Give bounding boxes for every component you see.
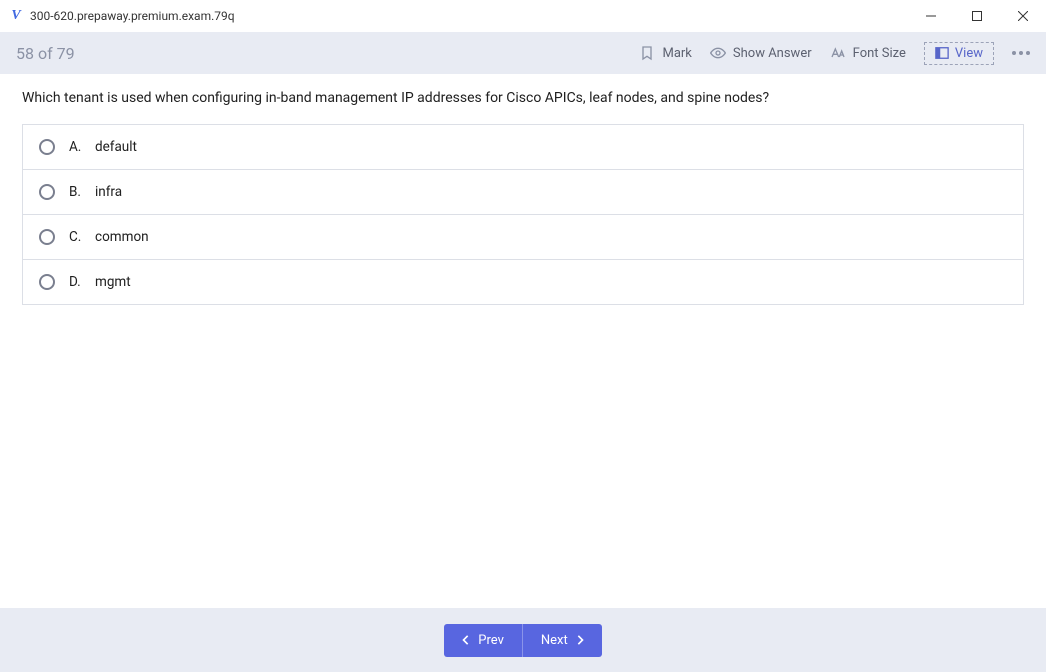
more-button[interactable]	[1012, 51, 1030, 55]
prev-button[interactable]: Prev	[444, 624, 523, 657]
radio-icon	[39, 139, 55, 155]
toolbar-actions: Mark Show Answer Font Size View	[639, 42, 1030, 65]
mark-label: Mark	[662, 46, 691, 61]
minimize-icon	[926, 11, 936, 21]
question-text: Which tenant is used when configuring in…	[22, 90, 1024, 106]
answer-text: infra	[95, 184, 122, 200]
answer-letter: C.	[69, 229, 85, 245]
font-size-icon	[830, 45, 846, 61]
answer-option-d[interactable]: D. mgmt	[23, 260, 1023, 304]
answer-text: common	[95, 229, 149, 245]
chevron-left-icon	[462, 635, 470, 645]
nav-buttons: Prev Next	[444, 624, 601, 657]
answer-text: mgmt	[95, 274, 131, 290]
radio-icon	[39, 274, 55, 290]
answer-letter: A.	[69, 139, 85, 155]
radio-icon	[39, 229, 55, 245]
next-label: Next	[541, 633, 568, 648]
chevron-right-icon	[576, 635, 584, 645]
answer-text: default	[95, 139, 137, 155]
mark-button[interactable]: Mark	[639, 45, 691, 61]
answer-letter: D.	[69, 274, 85, 290]
show-answer-button[interactable]: Show Answer	[710, 45, 812, 61]
close-button[interactable]	[1000, 0, 1046, 32]
prev-label: Prev	[478, 633, 504, 648]
next-button[interactable]: Next	[523, 624, 602, 657]
answers-list: A. default B. infra C. common D. mgmt	[22, 124, 1024, 305]
toolbar: 58 of 79 Mark Show Answer Font Size View	[0, 32, 1046, 74]
radio-icon	[39, 184, 55, 200]
show-answer-label: Show Answer	[733, 46, 812, 61]
footer: Prev Next	[0, 608, 1046, 672]
app-icon: V	[8, 8, 24, 24]
answer-letter: B.	[69, 184, 85, 200]
dot-icon	[1019, 51, 1023, 55]
window-controls	[908, 0, 1046, 32]
font-size-label: Font Size	[853, 46, 906, 61]
eye-icon	[710, 45, 726, 61]
close-icon	[1018, 11, 1028, 21]
view-label: View	[955, 46, 983, 61]
answer-option-a[interactable]: A. default	[23, 125, 1023, 170]
view-icon	[935, 46, 949, 60]
answer-option-c[interactable]: C. common	[23, 215, 1023, 260]
view-button[interactable]: View	[924, 42, 994, 65]
maximize-button[interactable]	[954, 0, 1000, 32]
minimize-button[interactable]	[908, 0, 954, 32]
window-title: 300-620.prepaway.premium.exam.79q	[30, 9, 908, 23]
font-size-button[interactable]: Font Size	[830, 45, 906, 61]
dot-icon	[1026, 51, 1030, 55]
progress-indicator: 58 of 79	[16, 44, 639, 63]
bookmark-icon	[639, 45, 655, 61]
dot-icon	[1012, 51, 1016, 55]
answer-option-b[interactable]: B. infra	[23, 170, 1023, 215]
maximize-icon	[972, 11, 982, 21]
titlebar: V 300-620.prepaway.premium.exam.79q	[0, 0, 1046, 32]
content-area: Which tenant is used when configuring in…	[0, 74, 1046, 608]
